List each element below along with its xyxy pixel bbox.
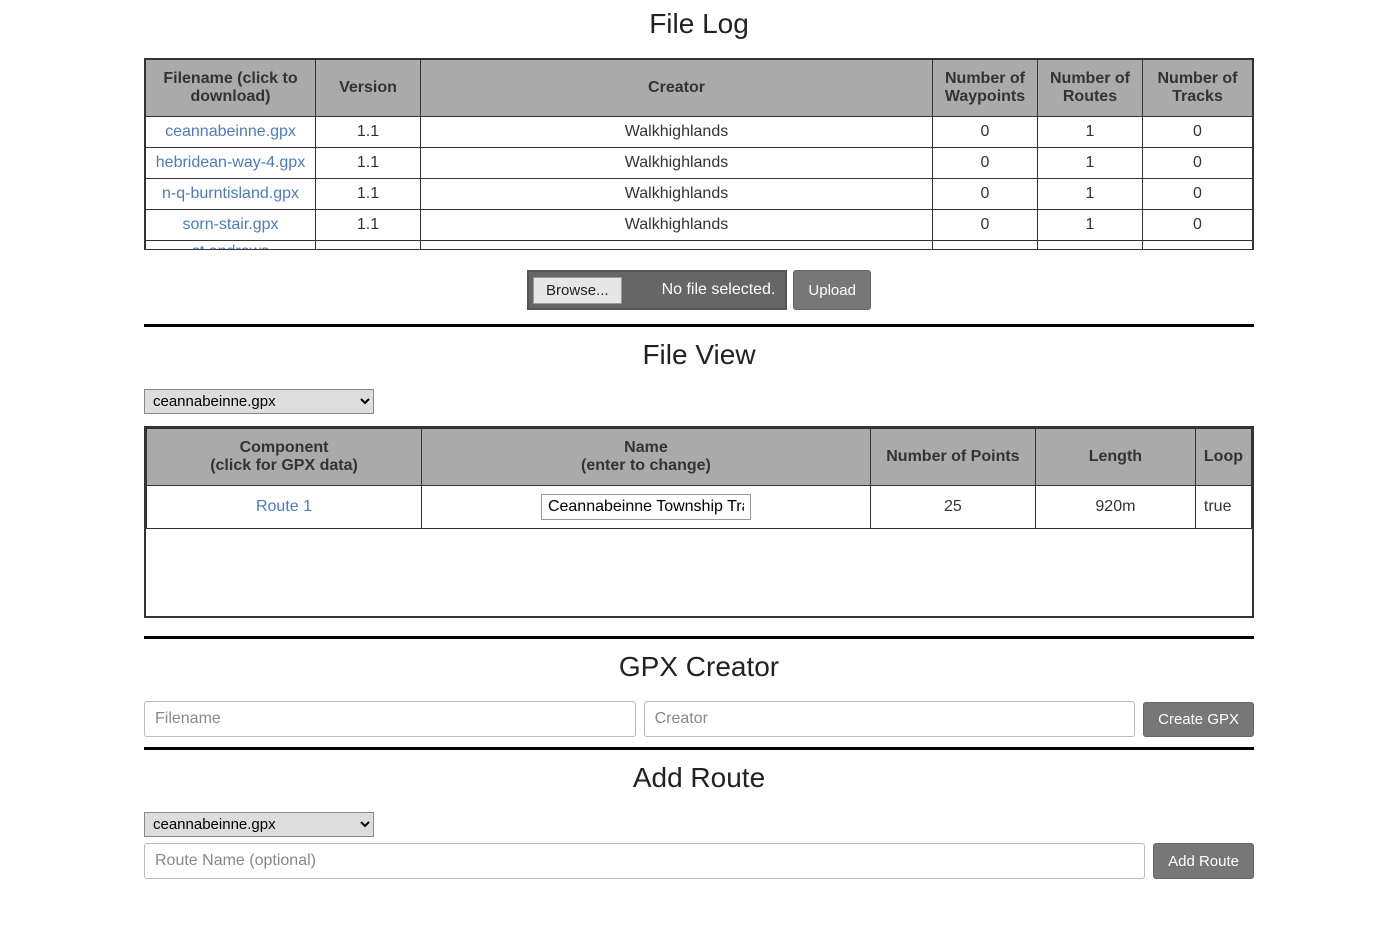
file-log-header-tracks: Number of Tracks	[1143, 60, 1253, 117]
routes-cell: 1	[1038, 210, 1143, 241]
table-row: sorn-stair.gpx 1.1 Walkhighlands 0 1 0	[146, 210, 1253, 241]
filename-link[interactable]: ceannabeinne.gpx	[165, 123, 296, 140]
routes-cell: 1	[1038, 117, 1143, 148]
file-log-header-version: Version	[316, 60, 421, 117]
tracks-cell: 0	[1143, 148, 1253, 179]
file-log-title: File Log	[144, 8, 1254, 40]
file-picker[interactable]: Browse... No file selected.	[527, 270, 787, 310]
routes-cell: 1	[1038, 179, 1143, 210]
file-log-table: Filename (click to download) Version Cre…	[145, 59, 1253, 250]
filename-link[interactable]: sorn-stair.gpx	[182, 216, 278, 233]
add-route-select[interactable]: ceannabeinne.gpx	[144, 812, 374, 837]
gpx-creator-title: GPX Creator	[144, 651, 1254, 683]
add-route-button[interactable]: Add Route	[1153, 843, 1254, 879]
file-log-header-creator: Creator	[421, 60, 933, 117]
file-log-header-filename: Filename (click to download)	[146, 60, 316, 117]
create-gpx-button[interactable]: Create GPX	[1143, 702, 1254, 737]
waypoints-cell: 0	[933, 148, 1038, 179]
filename-link[interactable]: st andrews	[192, 243, 269, 250]
filename-link[interactable]: hebridean-way-4.gpx	[156, 154, 305, 171]
gpx-filename-input[interactable]	[144, 701, 636, 737]
points-cell: 25	[870, 486, 1035, 529]
waypoints-cell: 0	[933, 179, 1038, 210]
file-view-header-name: Name (enter to change)	[422, 429, 871, 486]
creator-cell: Walkhighlands	[421, 117, 933, 148]
file-view-header-length: Length	[1035, 429, 1195, 486]
file-view-table-container: Component (click for GPX data) Name (ent…	[144, 426, 1254, 618]
version-cell: 1.1	[316, 117, 421, 148]
table-row: st andrews	[146, 241, 1253, 251]
table-row: n-q-burntisland.gpx 1.1 Walkhighlands 0 …	[146, 179, 1253, 210]
tracks-cell: 0	[1143, 117, 1253, 148]
table-row: Route 1 25 920m true	[147, 486, 1252, 529]
file-view-table: Component (click for GPX data) Name (ent…	[146, 428, 1252, 529]
tracks-cell: 0	[1143, 179, 1253, 210]
file-view-title: File View	[144, 339, 1254, 371]
waypoints-cell: 0	[933, 210, 1038, 241]
component-link[interactable]: Route 1	[256, 498, 312, 515]
gpx-creator-input[interactable]	[644, 701, 1136, 737]
file-log-table-container: Filename (click to download) Version Cre…	[144, 58, 1254, 250]
length-cell: 920m	[1035, 486, 1195, 529]
file-log-header-routes: Number of Routes	[1038, 60, 1143, 117]
creator-cell: Walkhighlands	[421, 179, 933, 210]
file-view-header-points: Number of Points	[870, 429, 1035, 486]
filename-link[interactable]: n-q-burntisland.gpx	[162, 185, 299, 202]
file-view-select[interactable]: ceannabeinne.gpx	[144, 389, 374, 414]
routes-cell: 1	[1038, 148, 1143, 179]
file-view-header-loop: Loop	[1195, 429, 1251, 486]
route-name-optional-input[interactable]	[144, 843, 1145, 879]
version-cell: 1.1	[316, 210, 421, 241]
file-log-header-waypoints: Number of Waypoints	[933, 60, 1038, 117]
upload-button[interactable]: Upload	[793, 270, 871, 310]
browse-button[interactable]: Browse...	[533, 277, 622, 304]
divider	[144, 324, 1254, 327]
divider	[144, 747, 1254, 750]
version-cell: 1.1	[316, 179, 421, 210]
table-row: hebridean-way-4.gpx 1.1 Walkhighlands 0 …	[146, 148, 1253, 179]
file-view-header-component: Component (click for GPX data)	[147, 429, 422, 486]
loop-cell: true	[1195, 486, 1251, 529]
route-name-input[interactable]	[541, 494, 751, 520]
version-cell: 1.1	[316, 148, 421, 179]
file-selected-text: No file selected.	[662, 281, 776, 299]
tracks-cell: 0	[1143, 210, 1253, 241]
add-route-title: Add Route	[144, 762, 1254, 794]
creator-cell: Walkhighlands	[421, 148, 933, 179]
waypoints-cell: 0	[933, 117, 1038, 148]
table-row: ceannabeinne.gpx 1.1 Walkhighlands 0 1 0	[146, 117, 1253, 148]
divider	[144, 636, 1254, 639]
creator-cell: Walkhighlands	[421, 210, 933, 241]
